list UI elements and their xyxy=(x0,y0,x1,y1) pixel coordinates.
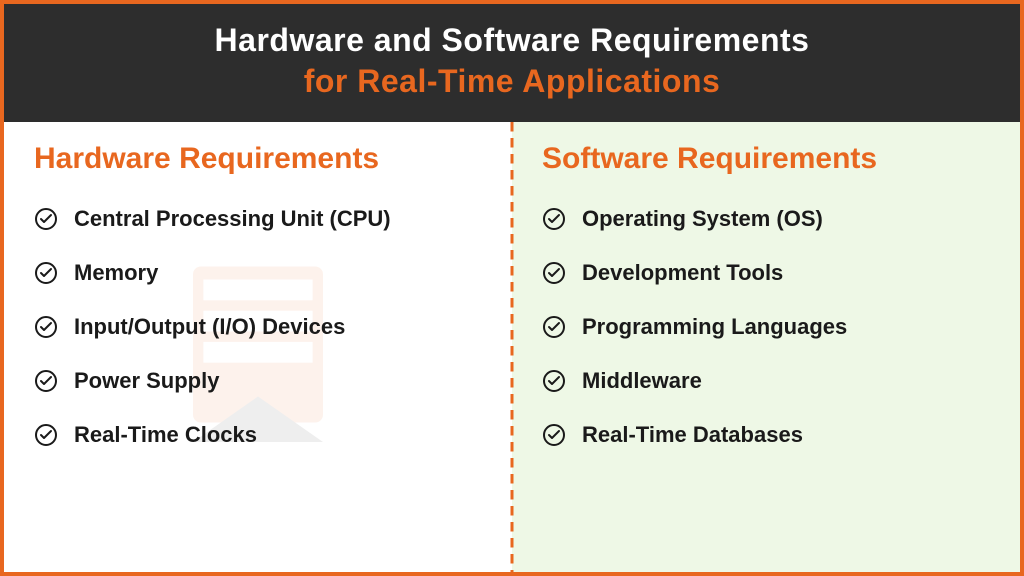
list-item: Real-Time Clocks xyxy=(34,422,482,448)
hardware-title: Hardware Requirements xyxy=(34,142,482,176)
list-item: Power Supply xyxy=(34,368,482,394)
check-icon xyxy=(34,369,58,393)
check-icon xyxy=(34,315,58,339)
check-icon xyxy=(542,315,566,339)
content-area: Hardware Requirements Central Processing… xyxy=(4,122,1020,572)
item-text: Power Supply xyxy=(74,368,219,394)
item-text: Memory xyxy=(74,260,158,286)
list-item: Input/Output (I/O) Devices xyxy=(34,314,482,340)
main-container: Hardware and Software Requirements for R… xyxy=(0,0,1024,576)
list-item: Middleware xyxy=(542,368,990,394)
list-item: Central Processing Unit (CPU) xyxy=(34,206,482,232)
item-text: Operating System (OS) xyxy=(582,206,823,232)
title-line2: for Real-Time Applications xyxy=(24,63,1000,100)
software-list: Operating System (OS) Development Tools … xyxy=(542,206,990,448)
item-text: Programming Languages xyxy=(582,314,847,340)
hardware-column: Hardware Requirements Central Processing… xyxy=(4,122,512,572)
check-icon xyxy=(542,207,566,231)
software-title: Software Requirements xyxy=(542,142,990,176)
check-icon xyxy=(34,423,58,447)
title-line1: Hardware and Software Requirements xyxy=(24,22,1000,59)
item-text: Input/Output (I/O) Devices xyxy=(74,314,345,340)
header: Hardware and Software Requirements for R… xyxy=(4,4,1020,122)
item-text: Development Tools xyxy=(582,260,783,286)
list-item: Development Tools xyxy=(542,260,990,286)
list-item: Memory xyxy=(34,260,482,286)
check-icon xyxy=(542,369,566,393)
list-item: Real-Time Databases xyxy=(542,422,990,448)
item-text: Real-Time Databases xyxy=(582,422,803,448)
list-item: Operating System (OS) xyxy=(542,206,990,232)
list-item: Programming Languages xyxy=(542,314,990,340)
check-icon xyxy=(34,261,58,285)
check-icon xyxy=(542,261,566,285)
item-text: Real-Time Clocks xyxy=(74,422,257,448)
check-icon xyxy=(34,207,58,231)
hardware-list: Central Processing Unit (CPU) Memory Inp… xyxy=(34,206,482,448)
item-text: Central Processing Unit (CPU) xyxy=(74,206,391,232)
software-column: Software Requirements Operating System (… xyxy=(512,122,1020,572)
item-text: Middleware xyxy=(582,368,702,394)
check-icon xyxy=(542,423,566,447)
column-divider xyxy=(511,122,514,572)
